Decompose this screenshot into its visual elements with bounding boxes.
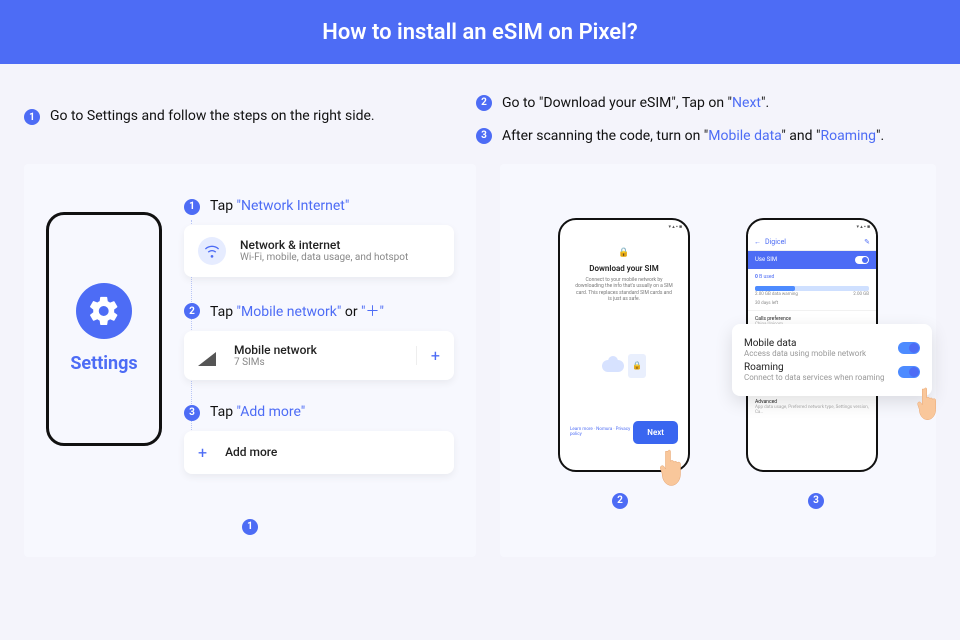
page-title: How to install an eSIM on Pixel? xyxy=(322,20,637,45)
next-button[interactable]: Next xyxy=(633,421,678,444)
panel-badge-2: 2 xyxy=(612,493,628,509)
carrier-name: Digicel xyxy=(765,238,786,246)
card-title: Mobile network xyxy=(234,343,317,357)
toggles-overlay-card: Mobile data Access data using mobile net… xyxy=(732,324,932,396)
status-bar: ▾ ▴ ▪ ■ xyxy=(560,220,688,234)
tap-step-3: 3 Tap "Add more" + Add more xyxy=(184,404,454,498)
tap-step-1: 1 Tap "Network Internet" Network & inter… xyxy=(184,198,454,301)
wifi-icon xyxy=(198,237,226,265)
hand-pointer-icon xyxy=(656,448,690,488)
toggle-icon[interactable] xyxy=(898,366,920,378)
panels-row: Settings 1 Tap "Network Internet" xyxy=(0,164,960,557)
card-title: Network & internet xyxy=(240,238,408,252)
toggle-icon xyxy=(855,256,869,264)
download-sim-desc: Connect to your mobile network by downlo… xyxy=(570,277,678,303)
tap-step-2: 2 Tap "Mobile network" or "＋" Mobile net… xyxy=(184,301,454,404)
cloud-icon xyxy=(602,360,624,372)
back-arrow-icon[interactable]: ← xyxy=(754,238,761,246)
edit-icon[interactable]: ✎ xyxy=(864,238,870,246)
plus-icon[interactable]: + xyxy=(416,346,440,365)
phone-download-sim: ▾ ▴ ▪ ■ 🔒 Download your SIM Connect to y… xyxy=(558,218,690,472)
intro-line-2: 2 Go to "Download your eSIM", Tap on "Ne… xyxy=(476,94,936,113)
panel-right-badges: 2 3 xyxy=(522,492,914,509)
status-bar: ▾ ▴ ▪ ■ xyxy=(748,220,876,234)
gear-icon xyxy=(76,283,132,339)
sim-chip-icon: 🔒 xyxy=(628,354,646,378)
card-mobile-network[interactable]: Mobile network 7 SIMs + xyxy=(184,331,454,380)
panel-badge-1: 1 xyxy=(242,519,258,535)
card-title: Add more xyxy=(225,445,277,459)
tap-steps-list: 1 Tap "Network Internet" Network & inter… xyxy=(184,198,454,498)
panel-left-badges: 1 xyxy=(46,518,454,535)
intro-left-text: Go to Settings and follow the steps on t… xyxy=(50,108,375,124)
download-sim-title: Download your SIM xyxy=(570,264,678,273)
intro-instructions: 1 Go to Settings and follow the steps on… xyxy=(0,64,960,164)
carrier-header: ← Digicel ✎ xyxy=(748,234,876,251)
lock-icon: 🔒 xyxy=(570,248,678,258)
tap-badge-2: 2 xyxy=(184,303,200,319)
settings-label: Settings xyxy=(70,353,137,374)
intro-left: 1 Go to Settings and follow the steps on… xyxy=(24,94,444,146)
use-sim-toggle-row[interactable]: Use SIM xyxy=(748,251,876,269)
page-header: How to install an eSIM on Pixel? xyxy=(0,0,960,64)
intro-line-2-text: Go to "Download your eSIM", Tap on "Next… xyxy=(502,94,769,113)
data-usage-bar xyxy=(755,286,869,291)
data-usage-labels: 2.00 GB data warning 2.00 GB xyxy=(748,291,876,301)
intro-line-3-text: After scanning the code, turn on "Mobile… xyxy=(502,127,884,146)
phone-settings-illustration: Settings xyxy=(46,212,162,446)
overlay-mobile-data[interactable]: Mobile data Access data using mobile net… xyxy=(744,338,920,358)
card-subtitle: 7 SIMs xyxy=(234,357,317,368)
panel-badge-3: 3 xyxy=(808,493,824,509)
tap-badge-3: 3 xyxy=(184,405,200,421)
step-badge-1: 1 xyxy=(24,109,40,125)
panel-phone-screenshots: ▾ ▴ ▪ ■ 🔒 Download your SIM Connect to y… xyxy=(500,164,936,557)
policy-links[interactable]: Learn more · Nomura · Privacy policy xyxy=(570,427,633,437)
sim-illustration: 🔒 xyxy=(570,331,678,401)
data-used-section: 0 B used xyxy=(748,269,876,285)
intro-right: 2 Go to "Download your eSIM", Tap on "Ne… xyxy=(476,94,936,146)
step-badge-3: 3 xyxy=(476,128,492,144)
row-advanced[interactable]: AdvancedApp data usage, Preferred networ… xyxy=(748,393,876,420)
card-network-internet[interactable]: Network & internet Wi-Fi, mobile, data u… xyxy=(184,225,454,277)
hand-pointer-icon xyxy=(914,386,944,422)
card-add-more[interactable]: + Add more xyxy=(184,431,454,474)
step-badge-2: 2 xyxy=(476,95,492,111)
card-subtitle: Wi-Fi, mobile, data usage, and hotspot xyxy=(240,252,408,263)
overlay-roaming[interactable]: Roaming Connect to data services when ro… xyxy=(744,362,920,382)
toggle-icon[interactable] xyxy=(898,342,920,354)
plus-icon: + xyxy=(198,443,207,462)
panel-settings-steps: Settings 1 Tap "Network Internet" xyxy=(24,164,476,557)
intro-line-3: 3 After scanning the code, turn on "Mobi… xyxy=(476,127,936,146)
tap-badge-1: 1 xyxy=(184,199,200,215)
signal-icon xyxy=(198,344,220,366)
